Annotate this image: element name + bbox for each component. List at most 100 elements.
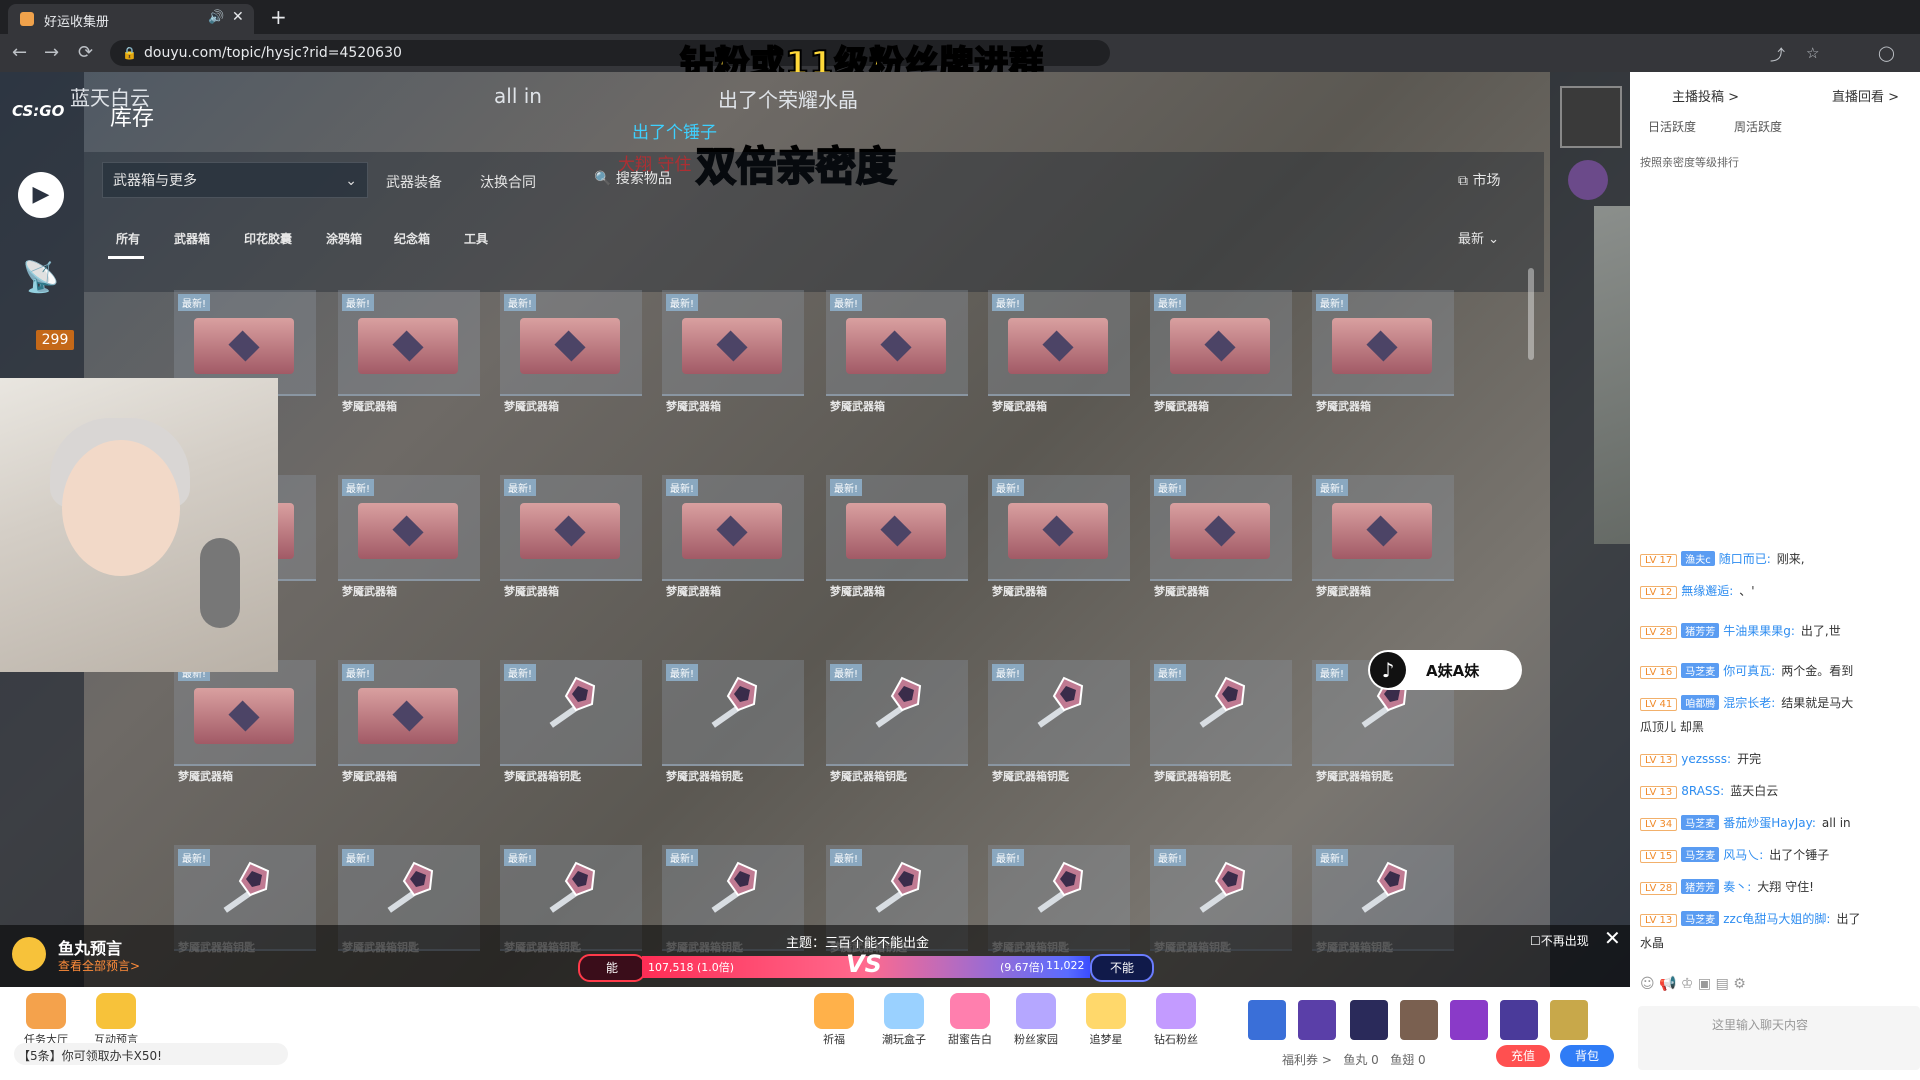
avatar[interactable] xyxy=(1560,86,1622,148)
welfare-link[interactable]: 福利券 > xyxy=(1282,1053,1332,1067)
gift-slot-icon[interactable] xyxy=(1400,1000,1438,1040)
prediction-button[interactable]: 互动预言 xyxy=(86,993,146,1047)
share-icon[interactable]: ⤴ xyxy=(1770,44,1785,65)
chat-username[interactable]: yezssss: xyxy=(1681,752,1731,766)
rank-shield-icon[interactable] xyxy=(1568,160,1608,200)
fan-medal-badge[interactable]: 马芝麦 xyxy=(1681,815,1720,830)
gift-slot-icon[interactable] xyxy=(1550,1000,1588,1040)
gift-slot-icon[interactable] xyxy=(1450,1000,1488,1040)
chat-username[interactable]: zzc龟甜马大姐的脚: xyxy=(1723,912,1830,926)
chat-text: 结果就是马大 xyxy=(1781,696,1854,710)
inventory-item-case[interactable]: 最新! xyxy=(988,475,1130,581)
tab-graffiti[interactable]: 涂鸦箱 xyxy=(326,230,362,247)
inventory-item-case[interactable]: 最新! xyxy=(988,290,1130,396)
chat-username[interactable]: 無缘邂逅: xyxy=(1681,584,1733,598)
inventory-item-case[interactable]: 最新! xyxy=(662,475,804,581)
browser-tab[interactable]: 好运收集册 🔊 ✕ xyxy=(8,4,254,34)
inventory-item-case[interactable]: 最新! xyxy=(1312,475,1454,581)
gift-confess[interactable]: 甜蜜告白 xyxy=(940,993,1000,1047)
forward-button[interactable]: → xyxy=(44,42,59,63)
inventory-item-key[interactable]: 最新! xyxy=(500,660,642,766)
sort-dropdown[interactable]: 最新 ⌄ xyxy=(1458,228,1499,247)
gift-diamond-fan[interactable]: 钻石粉丝 xyxy=(1146,993,1206,1047)
inventory-item-key[interactable]: 最新! xyxy=(662,660,804,766)
inventory-item-key[interactable]: 最新! xyxy=(1150,660,1292,766)
play-button[interactable]: ▶ xyxy=(18,172,64,218)
search-button[interactable]: 🔍 搜索物品 xyxy=(594,168,672,188)
fan-medal-badge[interactable]: 咱都腾 xyxy=(1681,695,1720,710)
new-tab-button[interactable]: + xyxy=(270,5,287,29)
inventory-scrollbar[interactable] xyxy=(1528,268,1534,360)
fan-medal-badge[interactable]: 渔夫c xyxy=(1681,551,1715,566)
tab-tools[interactable]: 工具 xyxy=(464,230,488,247)
inventory-item-case[interactable]: 最新! xyxy=(500,290,642,396)
dont-show-checkbox[interactable]: ☐不再出现 xyxy=(1530,932,1589,949)
chat-username[interactable]: 8RASS: xyxy=(1681,784,1724,798)
reload-button[interactable]: ⟳ xyxy=(78,42,93,63)
prediction-view-all[interactable]: 查看全部预言> xyxy=(58,957,140,974)
chat-username[interactable]: 番茄炒蛋HayJay: xyxy=(1723,816,1816,830)
tab-daily-activity[interactable]: 日活跃度 xyxy=(1648,118,1696,135)
fan-medal-badge[interactable]: 猪芳芳 xyxy=(1681,623,1720,638)
chat-message: 瓜顶儿 却黑 xyxy=(1640,718,1704,735)
gift-toy-box[interactable]: 潮玩盒子 xyxy=(874,993,934,1047)
inventory-item-case[interactable]: 最新! xyxy=(1312,290,1454,396)
chat-username[interactable]: 牛油果果果g: xyxy=(1723,624,1795,638)
inventory-item-case[interactable]: 最新! xyxy=(338,290,480,396)
tab-capsules[interactable]: 印花胶囊 xyxy=(244,230,292,247)
inventory-item-case[interactable]: 最新! xyxy=(662,290,804,396)
inventory-item-case[interactable]: 最新! xyxy=(500,475,642,581)
fan-medal-badge[interactable]: 马芝麦 xyxy=(1681,663,1720,678)
tab-cases[interactable]: 武器箱 xyxy=(174,230,210,247)
chat-text: 、' xyxy=(1739,584,1755,598)
vote-yes-button[interactable]: 能 xyxy=(578,954,646,982)
inventory-item-case[interactable]: 最新! xyxy=(1150,290,1292,396)
market-button[interactable]: ⧉ 市场 xyxy=(1458,170,1500,190)
gift-dream-star[interactable]: 追梦星 xyxy=(1076,993,1136,1047)
inventory-item-case[interactable]: 最新! xyxy=(826,475,968,581)
gift-slot-icon[interactable] xyxy=(1298,1000,1336,1040)
fan-medal-badge[interactable]: 马芝麦 xyxy=(1681,911,1720,926)
chat-username[interactable]: 风马乀: xyxy=(1723,848,1763,862)
fan-medal-badge[interactable]: 马芝麦 xyxy=(1681,847,1720,862)
inventory-item-case[interactable]: 最新! xyxy=(1150,475,1292,581)
recharge-button[interactable]: 充值 xyxy=(1496,1045,1550,1067)
gift-pray[interactable]: 祈福 xyxy=(804,993,864,1047)
chat-username[interactable]: 你可真瓦: xyxy=(1723,664,1775,678)
close-icon[interactable]: ✕ xyxy=(1604,926,1621,950)
speaker-icon[interactable]: 🔊 xyxy=(208,10,224,25)
profile-icon[interactable]: ◯ xyxy=(1878,44,1895,62)
gift-fan-home[interactable]: 粉丝家园 xyxy=(1006,993,1066,1047)
tab-souvenir[interactable]: 纪念箱 xyxy=(394,230,430,247)
tab-all[interactable]: 所有 xyxy=(116,230,140,247)
chat-username[interactable]: 混宗长老: xyxy=(1723,696,1775,710)
nav-weapons[interactable]: 武器装备 xyxy=(386,172,442,192)
gift-slot-icon[interactable] xyxy=(1350,1000,1388,1040)
weapon-case-icon xyxy=(846,503,946,559)
inventory-item-case[interactable]: 最新! xyxy=(174,660,316,766)
broadcast-icon[interactable]: 📡 xyxy=(22,260,59,295)
back-button[interactable]: ← xyxy=(12,42,27,63)
notification-badge[interactable]: 299 xyxy=(36,330,74,350)
inventory-item-case[interactable]: 最新! xyxy=(826,290,968,396)
inventory-item-key[interactable]: 最新! xyxy=(988,660,1130,766)
gift-slot-icon[interactable] xyxy=(1248,1000,1286,1040)
vote-no-button[interactable]: 不能 xyxy=(1090,954,1154,982)
tab-weekly-activity[interactable]: 周活跃度 xyxy=(1734,118,1782,135)
close-tab-icon[interactable]: ✕ xyxy=(232,9,244,25)
fan-medal-badge[interactable]: 猪芳芳 xyxy=(1681,879,1720,894)
task-hall-button[interactable]: 任务大厅 xyxy=(16,993,76,1047)
inventory-item-key[interactable]: 最新! xyxy=(826,660,968,766)
gift-slot-icon[interactable] xyxy=(1500,1000,1538,1040)
inventory-item-case[interactable]: 最新! xyxy=(338,660,480,766)
nav-tradeup[interactable]: 汰换合同 xyxy=(480,172,536,192)
streamer-contrib-link[interactable]: 主播投稿 > xyxy=(1672,86,1739,105)
replay-link[interactable]: 直播回看 > xyxy=(1832,86,1899,105)
chat-input[interactable]: 这里输入聊天内容 xyxy=(1638,1006,1920,1070)
category-dropdown[interactable]: 武器箱与更多 ⌄ xyxy=(102,162,368,198)
star-icon[interactable]: ☆ xyxy=(1806,44,1819,62)
chat-username[interactable]: 奏丶: xyxy=(1723,880,1751,894)
inventory-item-case[interactable]: 最新! xyxy=(338,475,480,581)
backpack-button[interactable]: 背包 xyxy=(1560,1045,1614,1067)
chat-username[interactable]: 随口而已: xyxy=(1719,552,1771,566)
